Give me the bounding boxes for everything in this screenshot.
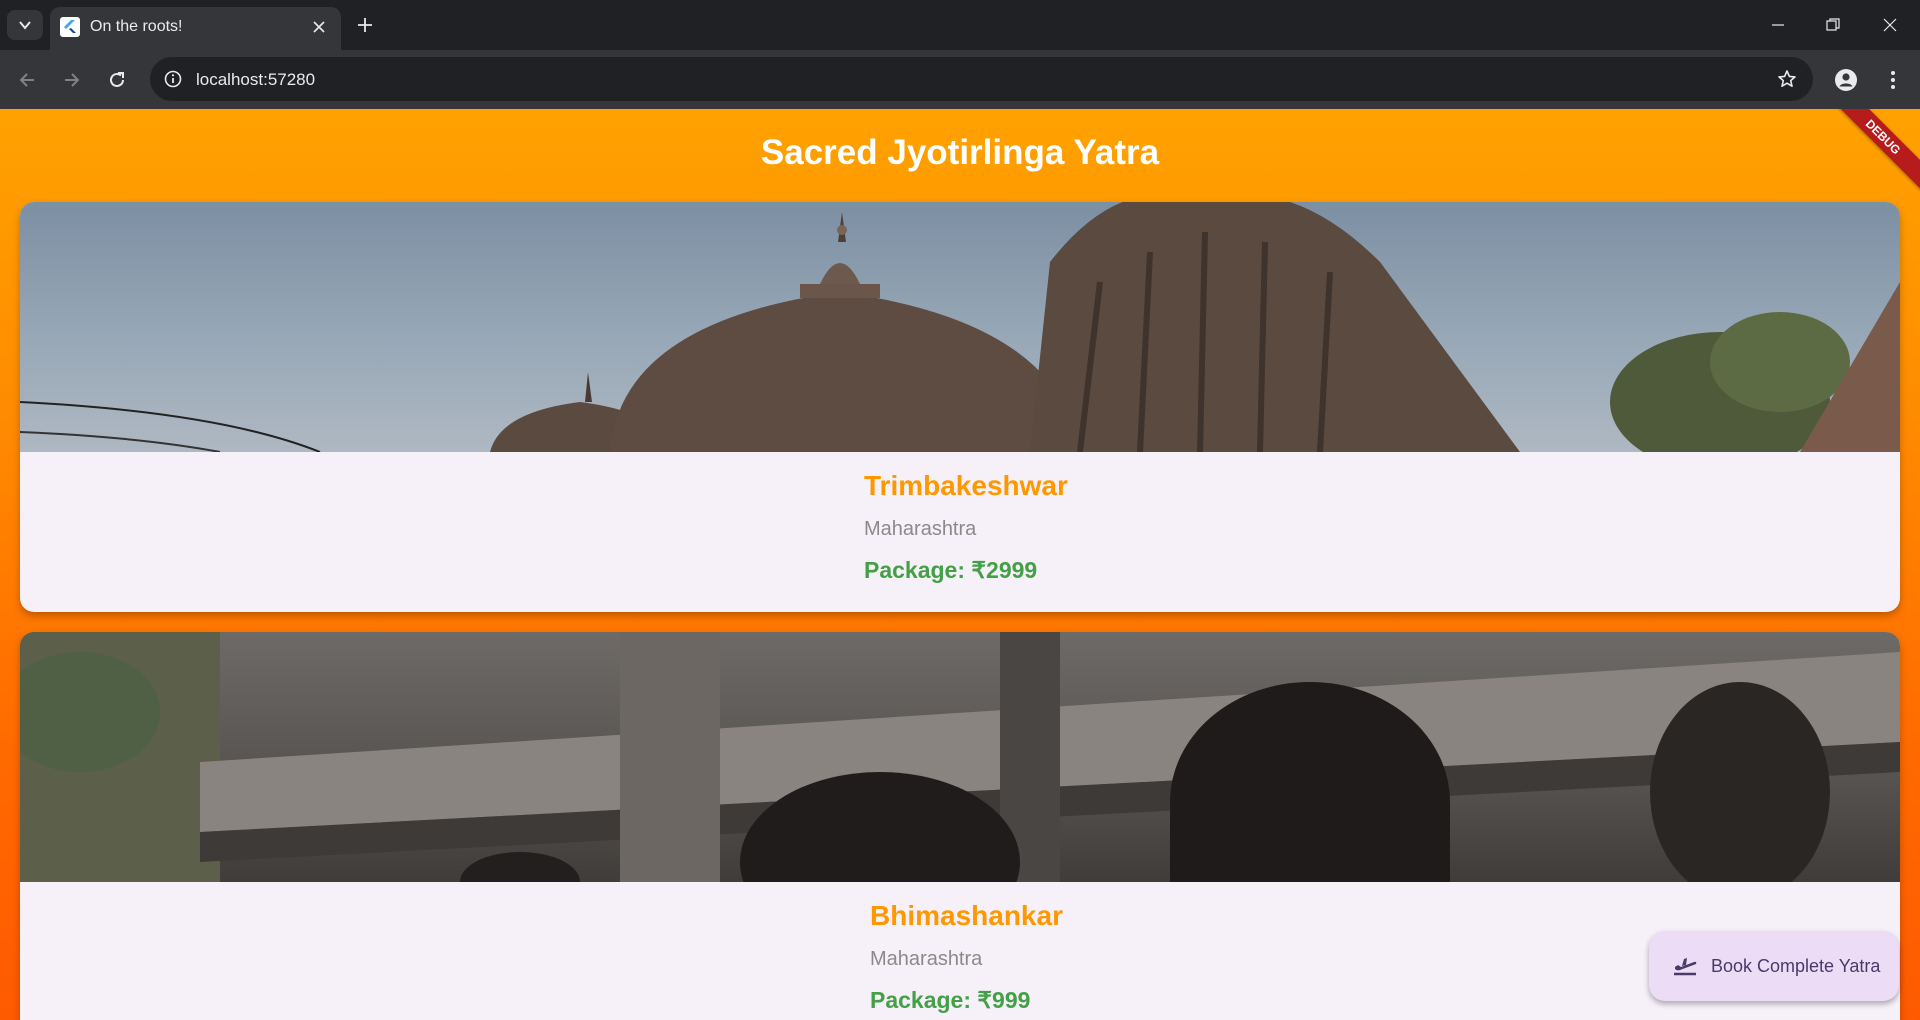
browser-tab-active[interactable]: On the roots! (50, 7, 341, 50)
bookmark-star-icon[interactable] (1775, 67, 1799, 91)
temple-state: Maharashtra (864, 518, 977, 540)
book-yatra-label: Book Complete Yatra (1711, 955, 1881, 976)
temple-price: Package: ₹999 (870, 987, 1031, 1013)
app-viewport: Sacred Jyotirlinga Yatra DEBUG Trimbakes… (0, 109, 1920, 1020)
chevron-down-icon (19, 21, 31, 30)
forward-arrow-icon[interactable] (56, 64, 88, 96)
temple-name: Trimbakeshwar (864, 470, 1068, 501)
site-info-icon[interactable] (160, 66, 186, 92)
restore-icon[interactable] (1815, 10, 1851, 40)
temple-price: Package: ₹2999 (864, 557, 1038, 583)
flutter-favicon-icon (60, 17, 80, 37)
address-bar[interactable]: localhost:57280 (150, 57, 1813, 101)
temple-info: Trimbakeshwar Maharashtra Package: ₹2999 (864, 470, 1068, 584)
temple-photo (20, 632, 1900, 882)
profile-avatar-icon[interactable] (1830, 64, 1862, 96)
back-arrow-icon[interactable] (11, 64, 43, 96)
new-tab-plus-icon[interactable] (352, 12, 378, 38)
tab-search-button[interactable] (7, 10, 43, 40)
tab-strip: On the roots! (0, 0, 1920, 50)
temple-card[interactable]: Bhimashankar Maharashtra Package: ₹999 (20, 632, 1900, 1020)
browser-toolbar: localhost:57280 (0, 50, 1920, 109)
page-title: Sacred Jyotirlinga Yatra (760, 133, 1160, 172)
temple-state: Maharashtra (870, 948, 983, 970)
reload-icon[interactable] (101, 64, 133, 96)
url-text[interactable]: localhost:57280 (196, 70, 315, 90)
temple-info: Bhimashankar Maharashtra Package: ₹999 (870, 900, 1063, 1014)
temple-card[interactable]: Trimbakeshwar Maharashtra Package: ₹2999 (20, 202, 1900, 612)
close-window-icon[interactable] (1872, 10, 1908, 40)
temple-name: Bhimashankar (870, 900, 1063, 931)
tab-title: On the roots! (90, 18, 183, 35)
flight-takeoff-icon (1671, 952, 1699, 980)
book-yatra-button[interactable]: Book Complete Yatra (1649, 931, 1899, 1001)
temple-photo (20, 202, 1900, 452)
minimize-icon[interactable] (1760, 10, 1796, 40)
close-tab-icon[interactable] (307, 15, 331, 39)
more-menu-icon[interactable] (1877, 64, 1909, 96)
